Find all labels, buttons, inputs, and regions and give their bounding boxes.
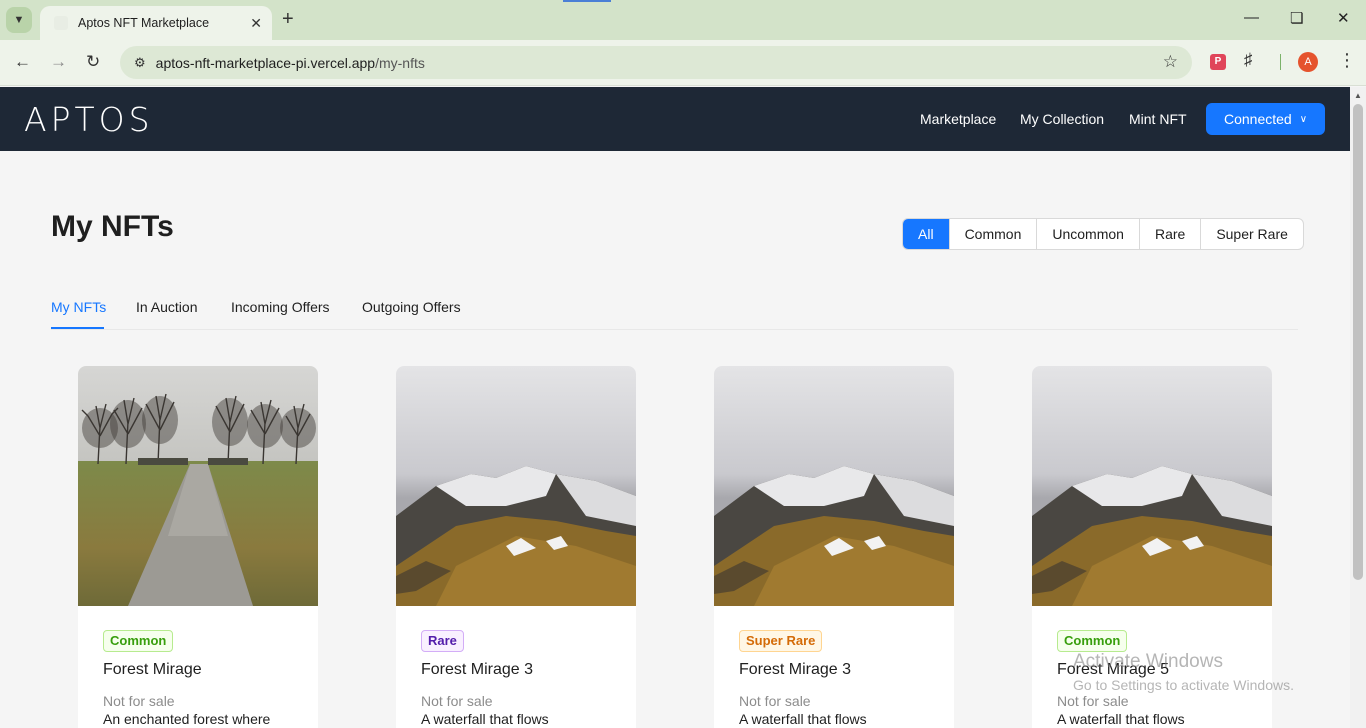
- nft-image-snowy-mountain: [1032, 366, 1272, 606]
- extension-icon[interactable]: P: [1210, 54, 1226, 70]
- tab-search-button[interactable]: ▼: [6, 7, 32, 33]
- aptos-logo[interactable]: APTOS: [24, 100, 154, 139]
- nft-name: Forest Mirage 3: [739, 661, 852, 678]
- filter-all-button[interactable]: All: [903, 219, 949, 249]
- filter-common-button[interactable]: Common: [948, 219, 1037, 249]
- sale-status: Not for sale: [739, 693, 811, 709]
- sale-status: Not for sale: [421, 693, 493, 709]
- filter-uncommon-button[interactable]: Uncommon: [1036, 219, 1139, 249]
- filter-rare-button[interactable]: Rare: [1138, 219, 1200, 249]
- forward-arrow-icon[interactable]: →: [50, 52, 67, 72]
- nft-card[interactable]: Common Forest Mirage Not for sale An enc…: [78, 366, 318, 728]
- chevron-down-icon: ∨: [1299, 113, 1308, 125]
- nft-card[interactable]: Common Forest Mirage 5 Not for sale A wa…: [1032, 366, 1272, 728]
- nft-description: An enchanted forest where: [103, 711, 271, 727]
- sale-status: Not for sale: [103, 693, 175, 709]
- tab-my-nfts[interactable]: My NFTs: [51, 299, 106, 315]
- toolbar-separator: [1280, 54, 1281, 70]
- active-tab-indicator: [51, 327, 104, 329]
- nft-name: Forest Mirage: [103, 661, 202, 678]
- nft-description: A waterfall that flows: [1057, 711, 1185, 727]
- activate-windows-title: Activate Windows: [1073, 651, 1223, 672]
- scrollbar-thumb[interactable]: [1353, 104, 1363, 580]
- sale-status: Not for sale: [1057, 693, 1129, 709]
- wallet-connected-button[interactable]: Connected ∨: [1206, 103, 1325, 135]
- app-navbar: APTOS Marketplace My Collection Mint NFT…: [0, 87, 1350, 151]
- nav-my-collection-link[interactable]: My Collection: [1020, 111, 1104, 127]
- nft-image-forest-path: [78, 366, 318, 606]
- nft-card[interactable]: Rare Forest Mirage 3 Not for sale A wate…: [396, 366, 636, 728]
- tab-in-auction[interactable]: In Auction: [136, 299, 198, 315]
- bookmark-star-icon[interactable]: ☆: [1163, 52, 1178, 72]
- activate-windows-subtitle: Go to Settings to activate Windows.: [1073, 677, 1294, 693]
- nft-image-snowy-mountain: [396, 366, 636, 606]
- rarity-badge: Common: [1057, 630, 1128, 652]
- page-title: My NFTs: [51, 210, 174, 243]
- address-bar-row: ← → ↻ ⚙ aptos-nft-marketplace-pi.vercel.…: [0, 40, 1366, 86]
- tab-title: Aptos NFT Marketplace: [78, 16, 210, 30]
- back-arrow-icon[interactable]: ←: [14, 52, 31, 72]
- nft-name: Forest Mirage 3: [421, 661, 534, 678]
- minimize-icon[interactable]: —: [1244, 9, 1259, 26]
- site-settings-icon[interactable]: ⚙: [134, 55, 146, 71]
- close-window-icon[interactable]: ✕: [1337, 9, 1350, 27]
- page-scrollbar[interactable]: ▲: [1350, 87, 1366, 728]
- puzzle-extensions-icon[interactable]: ♯: [1244, 50, 1253, 70]
- nav-mint-nft-link[interactable]: Mint NFT: [1129, 111, 1187, 127]
- nft-description: A waterfall that flows: [421, 711, 549, 727]
- browser-tab[interactable]: Aptos NFT Marketplace ✕: [40, 6, 272, 40]
- rarity-filter-group: All Common Uncommon Rare Super Rare: [902, 218, 1304, 250]
- reload-icon[interactable]: ↻: [86, 52, 100, 72]
- browser-menu-icon[interactable]: ⋮: [1338, 50, 1356, 71]
- url-host: aptos-nft-marketplace-pi.vercel.app: [155, 54, 376, 71]
- tab-incoming-offers[interactable]: Incoming Offers: [231, 299, 330, 315]
- nft-tabs: My NFTs In Auction Incoming Offers Outgo…: [51, 290, 1298, 330]
- tab-indicator: [563, 0, 611, 2]
- profile-avatar[interactable]: A: [1298, 52, 1318, 72]
- rarity-badge: Common: [103, 630, 174, 652]
- tab-outgoing-offers[interactable]: Outgoing Offers: [362, 299, 461, 315]
- url-path: /my-nfts: [375, 54, 425, 71]
- filter-super-rare-button[interactable]: Super Rare: [1200, 219, 1303, 249]
- nft-card[interactable]: Super Rare Forest Mirage 3 Not for sale …: [714, 366, 954, 728]
- url-omnibox[interactable]: ⚙ aptos-nft-marketplace-pi.vercel.app/my…: [120, 46, 1192, 79]
- rarity-badge: Rare: [421, 630, 464, 652]
- favicon-icon: [54, 16, 68, 30]
- nft-description: A waterfall that flows: [739, 711, 867, 727]
- restore-icon[interactable]: ❏: [1290, 9, 1303, 27]
- wallet-button-label: Connected: [1223, 111, 1292, 127]
- new-tab-plus-icon[interactable]: +: [282, 8, 294, 31]
- nav-marketplace-link[interactable]: Marketplace: [920, 111, 996, 127]
- chevron-down-icon: ▼: [13, 14, 25, 26]
- nft-image-snowy-mountain: [714, 366, 954, 606]
- rarity-badge: Super Rare: [739, 630, 823, 652]
- scroll-up-arrow-icon[interactable]: ▲: [1354, 91, 1362, 100]
- close-tab-icon[interactable]: ✕: [250, 15, 262, 32]
- browser-tab-strip: ▼ Aptos NFT Marketplace ✕ + — ❏ ✕: [0, 0, 1366, 40]
